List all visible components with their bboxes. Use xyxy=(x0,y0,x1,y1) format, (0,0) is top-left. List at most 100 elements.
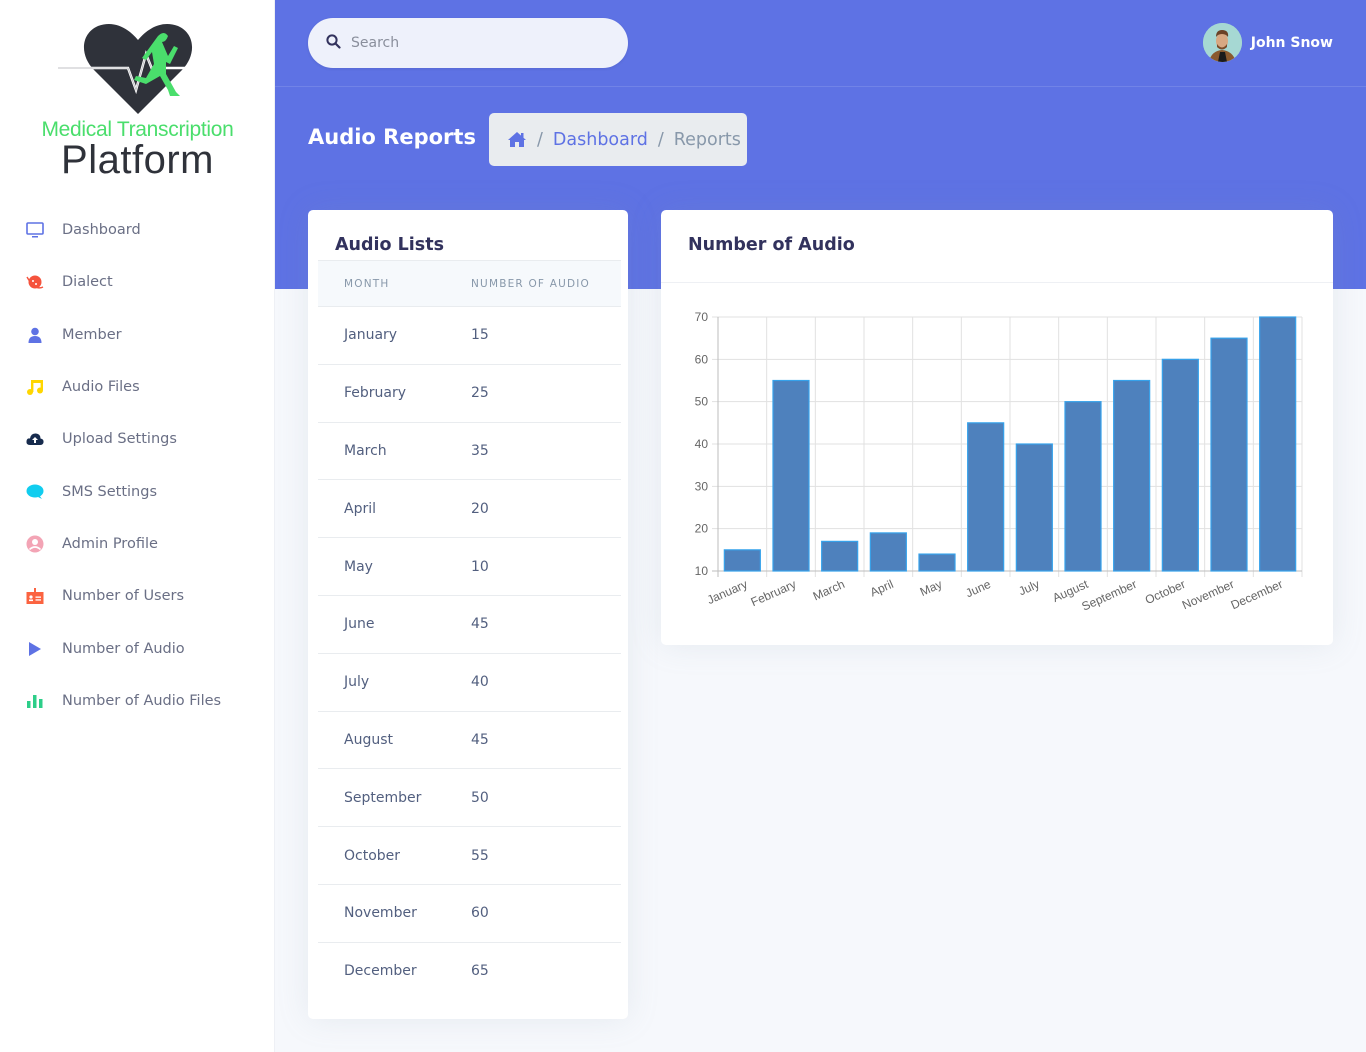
cell-month: March xyxy=(318,422,471,481)
bar-november xyxy=(1210,337,1248,572)
app-logo[interactable]: Medical Transcription Platform xyxy=(20,14,255,194)
cell-count: 45 xyxy=(471,711,621,770)
x-tick-label: November xyxy=(1180,577,1236,612)
sidebar-item-admin-profile[interactable]: Admin Profile xyxy=(0,518,275,570)
x-tick-label: September xyxy=(1080,577,1139,614)
x-tick-label: June xyxy=(963,577,993,601)
topbar-divider xyxy=(275,86,1366,87)
audio-table: Month Number of Audio January 15 February 2… xyxy=(318,260,621,1000)
page-title: Audio Reports xyxy=(308,125,476,149)
cell-month: September xyxy=(318,768,471,828)
y-tick-label: 10 xyxy=(695,564,709,578)
bar-december xyxy=(1259,316,1297,572)
breadcrumb: / Dashboard / Reports xyxy=(489,113,747,166)
column-header-month[interactable]: Month xyxy=(318,260,471,307)
x-tick-label: February xyxy=(749,577,799,609)
y-tick-label: 50 xyxy=(695,395,709,409)
table-row[interactable]: November 60 xyxy=(318,884,621,943)
search-icon xyxy=(326,33,341,53)
bar-chart: 10 20 30 40 50 60 70 January February March April M… xyxy=(695,310,1303,614)
cell-month: June xyxy=(318,595,471,654)
x-tick-label: April xyxy=(868,577,896,600)
music-note-icon xyxy=(25,377,45,397)
sidebar-item-label: SMS Settings xyxy=(62,483,158,500)
column-header-number-of-audio[interactable]: Number of Audio xyxy=(471,260,621,307)
x-tick-label: December xyxy=(1229,577,1285,612)
table-row[interactable]: March 35 xyxy=(318,422,621,481)
bar-september xyxy=(1113,379,1151,572)
sidebar-item-dashboard[interactable]: Dashboard xyxy=(0,204,275,256)
sidebar-item-label: Number of Users xyxy=(62,588,185,605)
sidebar-item-member[interactable]: Member xyxy=(0,309,275,361)
bar-march xyxy=(821,540,859,572)
cell-count: 35 xyxy=(471,422,621,481)
bar-february xyxy=(772,379,810,572)
cell-month: October xyxy=(318,826,471,885)
sidebar-item-label: Member xyxy=(62,326,122,343)
home-icon[interactable] xyxy=(507,131,527,148)
table-row[interactable]: May 10 xyxy=(318,537,621,596)
sidebar: Medical Transcription Platform Dashboard… xyxy=(0,0,275,1052)
search-input[interactable] xyxy=(351,35,601,51)
user-icon xyxy=(25,325,45,345)
sidebar-item-upload-settings[interactable]: Upload Settings xyxy=(0,413,275,465)
cell-month: January xyxy=(318,306,471,365)
cell-count: 55 xyxy=(471,826,621,885)
cell-month: May xyxy=(318,537,471,596)
sidebar-item-sms-settings[interactable]: SMS Settings xyxy=(0,465,275,517)
sidebar-item-label: Dialect xyxy=(62,274,113,291)
sidebar-item-label: Audio Files xyxy=(62,379,140,396)
sidebar-item-number-of-audio[interactable]: Number of Audio xyxy=(0,622,275,674)
cell-count: 10 xyxy=(471,537,621,596)
table-row[interactable]: September 50 xyxy=(318,768,621,828)
sidebar-item-label: Number of Audio xyxy=(62,640,185,657)
y-tick-label: 60 xyxy=(695,352,709,366)
table-row[interactable]: January 15 xyxy=(318,306,621,365)
cell-count: 20 xyxy=(471,479,621,539)
table-header-row: Month Number of Audio xyxy=(318,260,621,307)
heart-runner-logo-icon xyxy=(58,23,218,114)
table-row[interactable]: August 45 xyxy=(318,711,621,770)
y-tick-label: 40 xyxy=(695,437,709,451)
x-tick-label: March xyxy=(811,577,847,603)
bar-july xyxy=(1015,443,1053,572)
table-row[interactable]: February 25 xyxy=(318,364,621,423)
cell-month: December xyxy=(344,963,417,980)
monitor-icon xyxy=(25,220,45,240)
bar-june xyxy=(967,422,1005,572)
avatar xyxy=(1202,23,1242,62)
cell-count: 45 xyxy=(471,595,621,654)
bar-april xyxy=(869,532,907,572)
chart-card: Number of Audio 10 20 30 40 50 60 70 January Feb… xyxy=(661,210,1333,645)
cell-count: 15 xyxy=(471,306,621,365)
breadcrumb-separator: / xyxy=(537,129,543,150)
table-row[interactable]: December 65 xyxy=(318,942,621,1000)
sidebar-item-dialect[interactable]: Dialect xyxy=(0,256,275,308)
bar-october xyxy=(1161,358,1199,572)
table-row[interactable]: July 40 xyxy=(318,653,621,712)
cell-month: July xyxy=(318,653,471,712)
user-name: John Snow xyxy=(1250,34,1333,51)
bar-august xyxy=(1064,401,1102,572)
logo-text-bottom: Platform xyxy=(61,138,214,182)
cell-count: 65 xyxy=(471,963,489,980)
x-tick-label: January xyxy=(705,577,750,607)
breadcrumb-separator: / xyxy=(657,129,664,150)
bar-january xyxy=(723,549,761,572)
x-tick-label: July xyxy=(1016,577,1041,598)
table-row[interactable]: June 45 xyxy=(318,595,621,654)
user-circle-icon xyxy=(25,534,45,554)
sidebar-item-number-of-audio-files[interactable]: Number of Audio Files xyxy=(0,675,275,727)
sidebar-item-number-of-users[interactable]: Number of Users xyxy=(0,570,275,622)
bar-chart-icon xyxy=(25,691,45,711)
user-menu[interactable]: John Snow xyxy=(1202,23,1333,62)
sidebar-item-audio-files[interactable]: Audio Files xyxy=(0,361,275,413)
breadcrumb-dashboard[interactable]: Dashboard xyxy=(553,130,648,150)
cell-month: August xyxy=(318,711,471,770)
search-box[interactable] xyxy=(308,18,628,68)
sidebar-item-label: Upload Settings xyxy=(62,431,177,448)
table-row[interactable]: October 55 xyxy=(318,826,621,885)
y-tick-label: 70 xyxy=(695,310,709,324)
y-tick-label: 30 xyxy=(695,479,709,493)
table-row[interactable]: April 20 xyxy=(318,479,621,539)
